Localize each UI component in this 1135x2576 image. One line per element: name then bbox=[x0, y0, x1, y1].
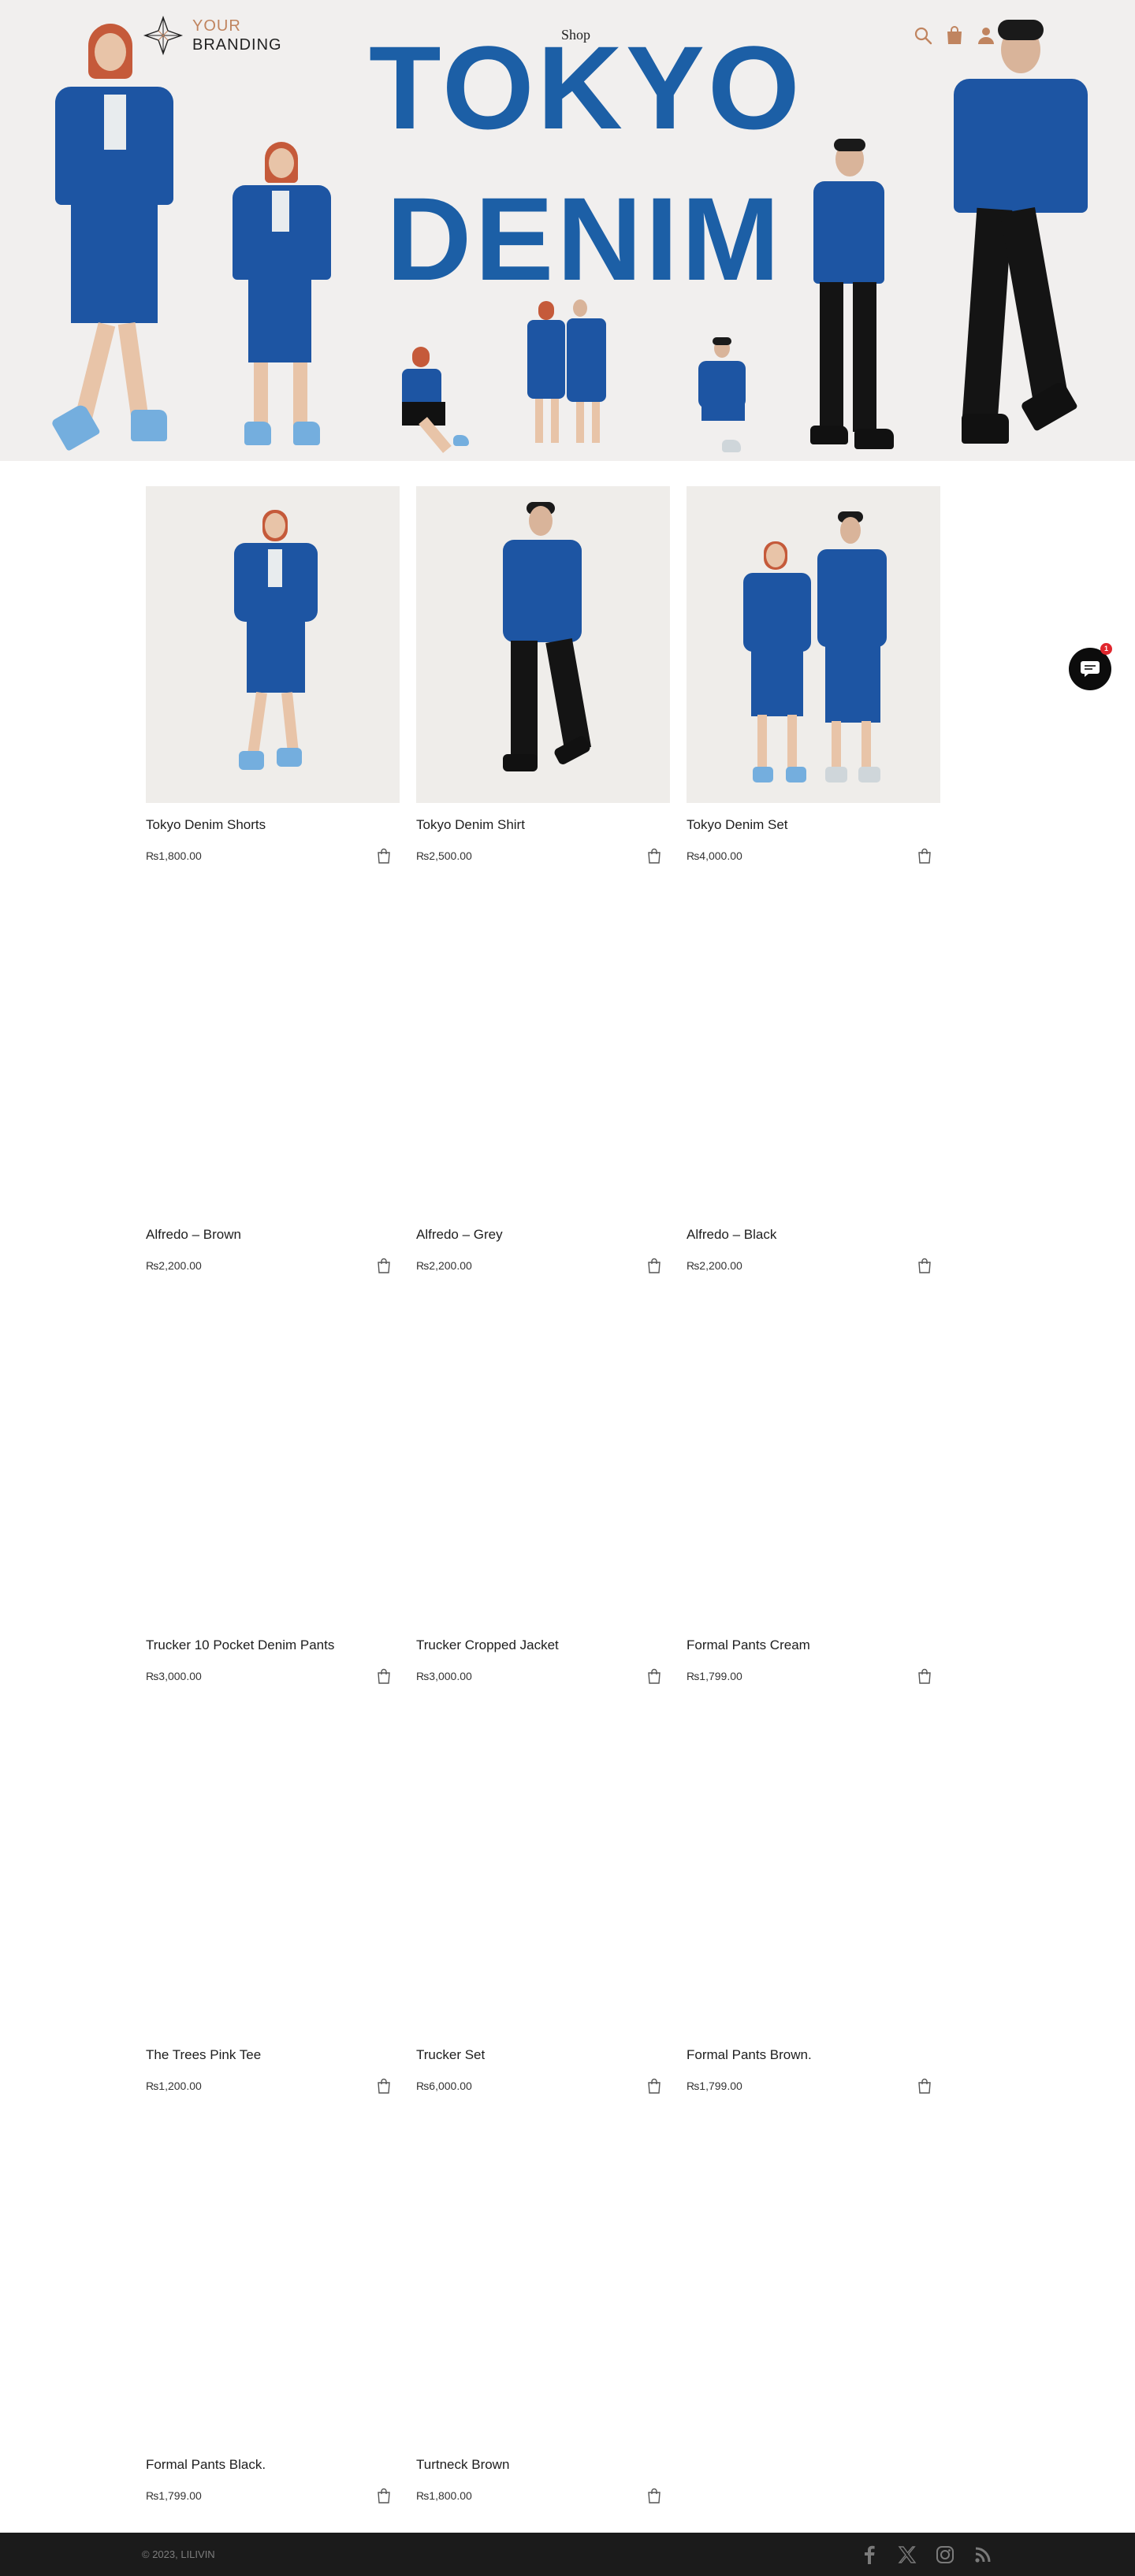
product-name[interactable]: Tokyo Denim Shorts bbox=[146, 817, 266, 833]
add-to-cart-icon[interactable] bbox=[917, 2078, 932, 2094]
hero-model-man-right bbox=[788, 139, 906, 457]
product-name[interactable]: Alfredo – Brown bbox=[146, 1227, 241, 1243]
product-name[interactable]: Turtneck Brown bbox=[416, 2457, 509, 2473]
brand-logo[interactable]: YOUR BRANDING bbox=[142, 14, 282, 57]
user-icon[interactable] bbox=[974, 24, 998, 47]
hero-model-woman-left bbox=[39, 24, 205, 457]
add-to-cart-icon[interactable] bbox=[647, 848, 661, 864]
product-name[interactable]: Trucker Cropped Jacket bbox=[416, 1637, 559, 1653]
nav-shop-link[interactable]: Shop bbox=[561, 27, 590, 43]
product-name[interactable]: Alfredo – Grey bbox=[416, 1227, 503, 1243]
hero-small-figure-pair bbox=[524, 299, 611, 457]
product-price: ₨2,200.00 bbox=[146, 1259, 202, 1272]
product-name[interactable]: Trucker Set bbox=[416, 2047, 485, 2063]
brand-line2: BRANDING bbox=[192, 36, 282, 54]
product-name[interactable]: The Trees Pink Tee bbox=[146, 2047, 261, 2063]
add-to-cart-icon[interactable] bbox=[377, 2078, 391, 2094]
chat-icon bbox=[1081, 661, 1100, 677]
x-icon[interactable] bbox=[897, 2544, 917, 2565]
rss-icon[interactable] bbox=[973, 2544, 993, 2565]
product-name[interactable]: Tokyo Denim Set bbox=[687, 817, 788, 833]
add-to-cart-icon[interactable] bbox=[647, 1258, 661, 1273]
product-price: ₨2,500.00 bbox=[416, 849, 472, 862]
product-price: ₨2,200.00 bbox=[687, 1259, 742, 1272]
add-to-cart-icon[interactable] bbox=[647, 2488, 661, 2504]
chat-badge: 1 bbox=[1100, 643, 1112, 655]
product-price: ₨2,200.00 bbox=[416, 1259, 472, 1272]
hero-title-line1: TOKYO bbox=[369, 21, 803, 154]
facebook-icon[interactable] bbox=[859, 2544, 880, 2565]
product-image[interactable] bbox=[416, 486, 670, 803]
footer: © 2023, LILIVIN bbox=[0, 2533, 1135, 2576]
product-price: ₨1,799.00 bbox=[146, 2489, 202, 2502]
product-name[interactable]: Alfredo – Black bbox=[687, 1227, 776, 1243]
product-name[interactable]: Tokyo Denim Shirt bbox=[416, 817, 525, 833]
product-name[interactable]: Formal Pants Brown. bbox=[687, 2047, 812, 2063]
hero-small-figure-crouching bbox=[694, 337, 757, 457]
brand-line1: YOUR bbox=[192, 17, 241, 35]
add-to-cart-icon[interactable] bbox=[917, 848, 932, 864]
product-price: ₨6,000.00 bbox=[416, 2080, 472, 2092]
search-icon[interactable] bbox=[911, 24, 935, 47]
product-image[interactable] bbox=[687, 486, 940, 803]
hero-small-figure-sitting bbox=[398, 347, 469, 457]
product-price: ₨1,799.00 bbox=[687, 2080, 742, 2092]
add-to-cart-icon[interactable] bbox=[647, 2078, 661, 2094]
product-price: ₨1,800.00 bbox=[416, 2489, 472, 2502]
add-to-cart-icon[interactable] bbox=[917, 1668, 932, 1684]
product-price: ₨1,200.00 bbox=[146, 2080, 202, 2092]
add-to-cart-icon[interactable] bbox=[647, 1668, 661, 1684]
add-to-cart-icon[interactable] bbox=[377, 1668, 391, 1684]
product-name[interactable]: Formal Pants Black. bbox=[146, 2457, 266, 2473]
instagram-icon[interactable] bbox=[935, 2544, 955, 2565]
add-to-cart-icon[interactable] bbox=[917, 1258, 932, 1273]
product-price: ₨3,000.00 bbox=[416, 1670, 472, 1682]
hero-model-woman-center bbox=[221, 142, 347, 457]
product-name[interactable]: Trucker 10 Pocket Denim Pants bbox=[146, 1637, 334, 1653]
hero-banner: TOKYO DENIM YOUR BRANDING Shop bbox=[0, 0, 1135, 461]
add-to-cart-icon[interactable] bbox=[377, 2488, 391, 2504]
product-price: ₨3,000.00 bbox=[146, 1670, 202, 1682]
shopping-bag-icon[interactable] bbox=[943, 24, 966, 47]
hero-model-man-far-right bbox=[938, 20, 1103, 457]
hero-title-line2: DENIM bbox=[386, 173, 783, 305]
product-name[interactable]: Formal Pants Cream bbox=[687, 1637, 810, 1653]
add-to-cart-icon[interactable] bbox=[377, 1258, 391, 1273]
logo-mark-icon bbox=[143, 15, 184, 56]
add-to-cart-icon[interactable] bbox=[377, 848, 391, 864]
product-price: ₨1,799.00 bbox=[687, 1670, 742, 1682]
footer-copyright: © 2023, LILIVIN bbox=[142, 2548, 215, 2560]
product-price: ₨1,800.00 bbox=[146, 849, 202, 862]
product-price: ₨4,000.00 bbox=[687, 849, 742, 862]
product-image[interactable] bbox=[146, 486, 400, 803]
